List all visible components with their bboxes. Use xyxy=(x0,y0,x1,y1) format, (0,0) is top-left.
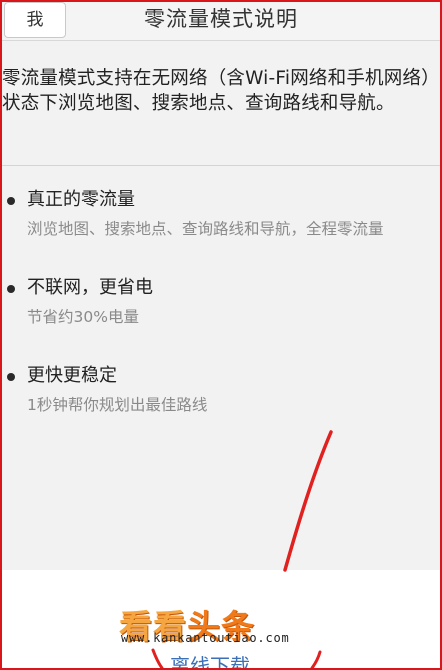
red-annotation-stroke xyxy=(151,430,333,668)
watermark-url: www.kankantoutiao.com xyxy=(121,631,290,645)
screenshot-frame: 我 零流量模式说明 零流量模式支持在无网络（含Wi-Fi网络和手机网络）状态下浏… xyxy=(0,0,442,670)
